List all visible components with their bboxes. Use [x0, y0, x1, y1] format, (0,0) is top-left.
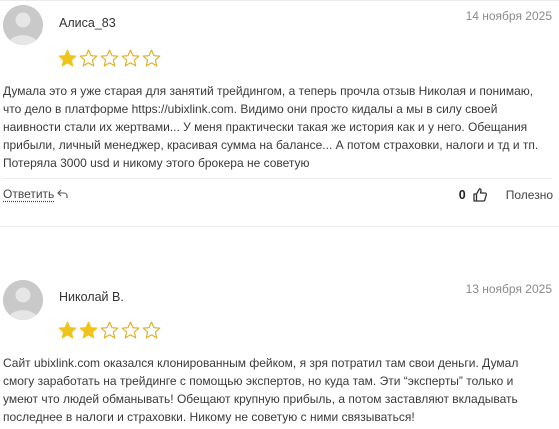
- review-card: Алиса_83 14 ноября 2025 Думала это я уже…: [0, 0, 559, 215]
- review-date: 13 ноября 2025: [465, 282, 552, 296]
- review-card: Николай В. 13 ноября 2025 Сайт ubixlink.…: [0, 268, 559, 429]
- review-author: Николай В.: [59, 290, 124, 304]
- star-filled-icon: [79, 321, 98, 340]
- like-count: 0: [458, 188, 466, 202]
- actions-divider: [3, 178, 552, 179]
- review-actions: Ответить 0 Полезно: [3, 187, 553, 207]
- reply-label: Ответить: [3, 187, 55, 201]
- user-avatar-icon: [3, 280, 43, 320]
- avatar: [3, 280, 43, 320]
- review-date: 14 ноября 2025: [465, 9, 552, 23]
- rating-stars: [58, 49, 161, 68]
- rating-stars: [58, 321, 161, 340]
- star-empty-icon: [142, 49, 161, 68]
- reply-button[interactable]: Ответить: [3, 187, 68, 202]
- review-text: Сайт ubixlink.com оказался клонированным…: [3, 356, 519, 424]
- star-empty-icon: [121, 49, 140, 68]
- review-text: Думала это я уже старая для занятий трей…: [3, 84, 539, 170]
- star-empty-icon: [142, 321, 161, 340]
- reply-arrow-icon: [57, 188, 68, 202]
- review-separator: [0, 226, 559, 227]
- helpful-button[interactable]: Полезно: [506, 188, 553, 202]
- star-empty-icon: [100, 49, 119, 68]
- user-avatar-icon: [3, 5, 43, 45]
- avatar: [3, 5, 43, 45]
- thumbs-up-icon[interactable]: [472, 187, 488, 203]
- review-author: Алиса_83: [59, 16, 116, 30]
- star-filled-icon: [58, 321, 77, 340]
- star-empty-icon: [100, 321, 119, 340]
- star-empty-icon: [79, 49, 98, 68]
- likes-group: 0 Полезно: [459, 187, 553, 203]
- star-filled-icon: [58, 49, 77, 68]
- star-empty-icon: [121, 321, 140, 340]
